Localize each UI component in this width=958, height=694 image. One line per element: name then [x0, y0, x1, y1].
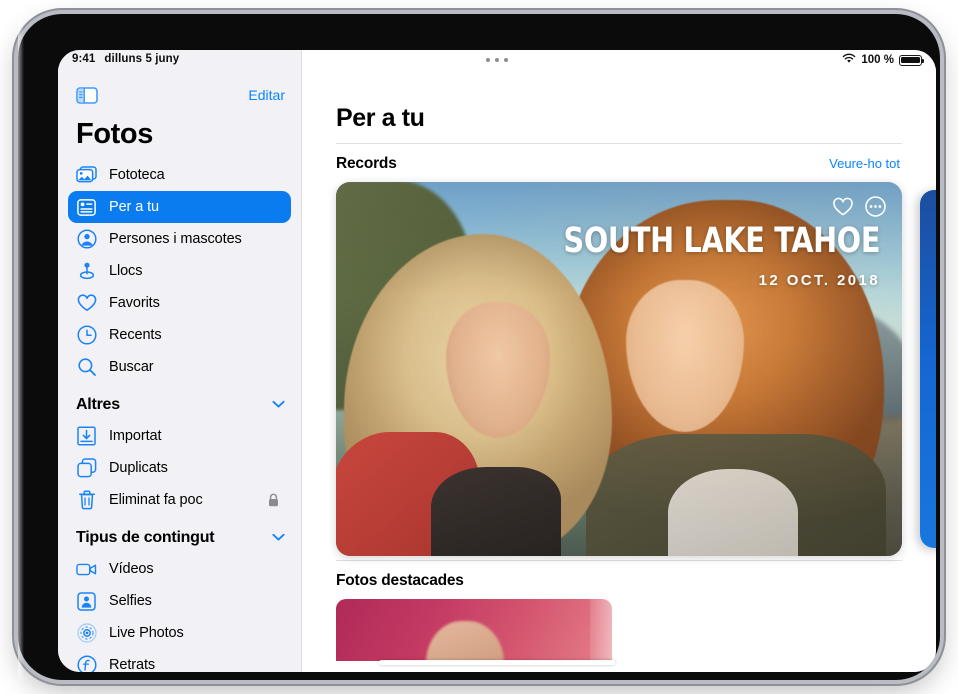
heart-icon — [76, 293, 97, 314]
memory-card-next[interactable] — [920, 190, 936, 548]
memories-section-header: Records Veure-ho tot — [302, 144, 936, 182]
featured-photo-card[interactable] — [336, 599, 612, 661]
sidebar-item-retrats[interactable]: Retrats — [68, 649, 291, 672]
see-all-link[interactable]: Veure-ho tot — [829, 156, 900, 171]
lock-icon — [268, 493, 279, 507]
sidebar-item-label: Buscar — [109, 359, 154, 375]
ellipsis-circle-icon[interactable] — [865, 196, 886, 217]
sidebar-primary-nav: Fototeca Per a tu Persones i mascotes Ll… — [58, 159, 301, 383]
sidebar-item-label: Importat — [109, 428, 162, 444]
memory-actions — [832, 196, 886, 217]
sidebar-item-fototeca[interactable]: Fototeca — [68, 159, 291, 191]
sidebar-section-altres[interactable]: Altres — [58, 383, 301, 420]
sidebar-item-selfies[interactable]: Selfies — [68, 585, 291, 617]
selfie-person-icon — [76, 591, 97, 612]
section-title-records: Records — [336, 155, 397, 172]
sidebar-section-tipus-de-contingut[interactable]: Tipus de contingut — [58, 516, 301, 553]
sidebar-item-label: Per a tu — [109, 199, 159, 215]
memories-carousel: SOUTH LAKE TAHOE 12 OCT. 2018 — [336, 182, 936, 560]
sidebar: Editar Fotos Fototeca Per a tu Persones … — [58, 50, 302, 672]
sidebar-others-nav: Importat Duplicats Eliminat fa poc — [58, 420, 301, 516]
sidebar-item-label: Favorits — [109, 295, 160, 311]
duplicate-squares-icon — [76, 458, 97, 479]
sidebar-item-label: Recents — [109, 327, 162, 343]
sidebar-item-label: Selfies — [109, 593, 152, 609]
trash-icon — [76, 490, 97, 511]
import-tray-icon — [76, 426, 97, 447]
sidebar-toggle-icon[interactable] — [76, 86, 98, 104]
sidebar-content-types-nav: Vídeos Selfies Live Photos Retrats — [58, 553, 301, 672]
sidebar-item-favorits[interactable]: Favorits — [68, 287, 291, 319]
page-title: Per a tu — [336, 104, 425, 132]
sidebar-item-label: Live Photos — [109, 625, 184, 641]
sidebar-item-label: Eliminat fa poc — [109, 492, 203, 508]
edit-button[interactable]: Editar — [248, 87, 285, 103]
chevron-down-icon[interactable] — [272, 396, 285, 414]
sidebar-item-videos[interactable]: Vídeos — [68, 553, 291, 585]
portrait-f-icon — [76, 655, 97, 672]
sidebar-item-label: Duplicats — [109, 460, 168, 476]
sidebar-item-per-a-tu[interactable]: Per a tu — [68, 191, 291, 223]
sidebar-header: Editar — [58, 76, 301, 110]
sidebar-item-label: Retrats — [109, 657, 156, 672]
app-root: Editar Fotos Fototeca Per a tu Persones … — [58, 50, 936, 672]
main-scroll-area[interactable]: Per a tu Records Veure-ho tot SOUTH LAKE… — [302, 76, 936, 672]
sidebar-title: Fotos — [76, 118, 153, 150]
memory-card[interactable]: SOUTH LAKE TAHOE 12 OCT. 2018 — [336, 182, 902, 556]
sidebar-item-persones-i-mascotes[interactable]: Persones i mascotes — [68, 223, 291, 255]
sidebar-item-live-photos[interactable]: Live Photos — [68, 617, 291, 649]
sidebar-item-label: Fototeca — [109, 167, 165, 183]
section-title-fotos-destacades: Fotos destacades — [336, 572, 464, 589]
screen: 9:41 dilluns 5 juny 100 % Editar Fotos F… — [58, 50, 936, 672]
section-title: Altres — [76, 396, 120, 413]
for-you-card-icon — [76, 197, 97, 218]
sidebar-item-eliminat-fa-poc[interactable]: Eliminat fa poc — [68, 484, 291, 516]
main-content: Per a tu Records Veure-ho tot SOUTH LAKE… — [302, 50, 936, 672]
photo-person-left-top — [431, 467, 561, 556]
memory-photo — [336, 182, 902, 556]
section-title: Tipus de contingut — [76, 529, 215, 546]
search-icon — [76, 357, 97, 378]
featured-photo-edge — [590, 599, 612, 661]
sidebar-item-label: Vídeos — [109, 561, 154, 577]
home-indicator[interactable] — [379, 660, 615, 665]
clock-icon — [76, 325, 97, 346]
location-pin-icon — [76, 261, 97, 282]
photo-library-icon — [76, 165, 97, 186]
featured-photo-subject — [426, 621, 504, 661]
video-camera-icon — [76, 559, 97, 580]
sidebar-item-buscar[interactable]: Buscar — [68, 351, 291, 383]
sidebar-item-importat[interactable]: Importat — [68, 420, 291, 452]
featured-section-header: Fotos destacades — [302, 561, 936, 599]
device-frame: 9:41 dilluns 5 juny 100 % Editar Fotos F… — [18, 14, 940, 680]
featured-carousel — [336, 599, 936, 669]
chevron-down-icon[interactable] — [272, 529, 285, 547]
photo-person-right-sweater — [668, 469, 798, 556]
sidebar-item-duplicats[interactable]: Duplicats — [68, 452, 291, 484]
heart-icon[interactable] — [832, 197, 854, 217]
live-photos-icon — [76, 623, 97, 644]
sidebar-item-label: Llocs — [109, 263, 143, 279]
sidebar-item-label: Persones i mascotes — [109, 231, 242, 247]
sidebar-item-recents[interactable]: Recents — [68, 319, 291, 351]
person-circle-icon — [76, 229, 97, 250]
sidebar-item-llocs[interactable]: Llocs — [68, 255, 291, 287]
